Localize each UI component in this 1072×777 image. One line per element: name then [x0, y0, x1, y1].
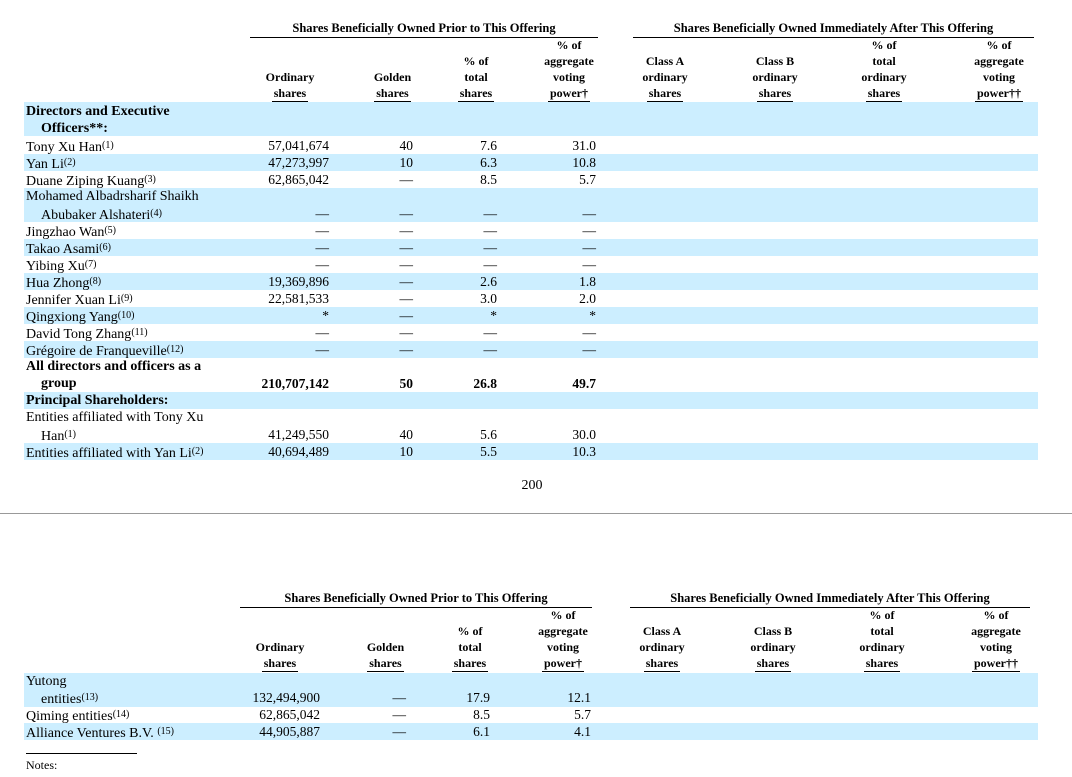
notes-rule: [26, 753, 137, 754]
col-pct-voting-power: % of aggregate voting power†: [538, 608, 588, 672]
table-row: Duane Ziping Kuang(3) 62,865,042 — 8.5 5…: [26, 172, 596, 189]
col-ordinary-shares: Ordinary shares: [255, 640, 305, 672]
section-directors-label-cont: Officers**:: [41, 121, 108, 136]
table-row: Jingzhao Wan(5) — — — —: [26, 223, 596, 240]
page-divider: [0, 513, 1072, 514]
table-row: Tony Xu Han(1) 57,041,674 40 7.6 31.0: [26, 138, 596, 155]
col-golden-shares: Golden shares: [366, 640, 405, 672]
table-row: Yutong entities(13) 132,494,900 — 17.9 1…: [0, 673, 1072, 707]
header-after-offering-2: Shares Beneficially Owned Immediately Af…: [630, 591, 1030, 608]
section-directors-row: Directors and Executive Officers**:: [0, 102, 1072, 136]
table-row: Qingxiong Yang(10) * — * *: [0, 307, 1072, 325]
table-row: David Tong Zhang(11) — — — —: [26, 325, 596, 342]
section-principal-row: Principal Shareholders:: [0, 392, 1072, 409]
table-row: Yibing Xu(7) — — — —: [26, 257, 596, 274]
col-after-pct-total: % of total ordinary shares: [861, 38, 907, 102]
table-row: Grégoire de Franqueville(12) — — — —: [0, 341, 1072, 359]
col-pct-voting-power: % of aggregate voting power†: [544, 38, 594, 102]
table-row-total: All directors and officers as a group 21…: [26, 359, 596, 391]
col-after-pct-voting: % of aggregate voting power††: [971, 608, 1021, 672]
table-row: Hua Zhong(8) 19,369,896 — 2.6 1.8: [0, 273, 1072, 291]
header-after-offering: Shares Beneficially Owned Immediately Af…: [633, 21, 1034, 38]
table-row: Qiming entities(14) 62,865,042 — 8.5 5.7: [26, 707, 591, 724]
table-row: Mohamed Albadrsharif Shaikh Abubaker Als…: [0, 188, 1072, 223]
table-row: Alliance Ventures B.V. (15) 44,905,887 —…: [0, 723, 1072, 741]
col-pct-total-shares: % of total shares: [457, 54, 495, 102]
col-pct-total-shares: % of total shares: [451, 624, 489, 672]
cell-pct: 7.6: [480, 138, 497, 153]
cell-golden: 40: [399, 138, 414, 153]
col-class-a-shares: Class A ordinary shares: [642, 54, 688, 102]
table-row: Yan Li(2) 47,273,997 10 6.3 10.8: [0, 154, 1072, 172]
notes-label: Notes:: [26, 758, 58, 772]
section-directors-label: Directors and Executive: [26, 104, 170, 119]
header-prior-offering-2: Shares Beneficially Owned Prior to This …: [240, 591, 592, 608]
cell-ordinary: 57,041,674: [268, 138, 329, 153]
table-row: Takao Asami(6) — — — —: [0, 239, 1072, 257]
cell-vote: 31.0: [572, 138, 596, 153]
table-row: Jennifer Xuan Li(9) 22,581,533 — 3.0 2.0: [26, 291, 596, 308]
header-prior-offering: Shares Beneficially Owned Prior to This …: [250, 21, 598, 38]
col-after-pct-voting: % of aggregate voting power††: [974, 38, 1024, 102]
col-class-b-shares: Class B ordinary shares: [752, 54, 798, 102]
col-golden-shares: Golden shares: [373, 70, 412, 102]
table-row: Entities affiliated with Tony Xu Han(1) …: [26, 410, 596, 444]
col-ordinary-shares: Ordinary shares: [265, 70, 315, 102]
col-class-a-shares: Class A ordinary shares: [639, 624, 685, 672]
col-class-b-shares: Class B ordinary shares: [750, 624, 796, 672]
section-principal-label: Principal Shareholders:: [26, 393, 169, 408]
table-row: Entities affiliated with Yan Li(2) 40,69…: [0, 443, 1072, 461]
col-after-pct-total: % of total ordinary shares: [859, 608, 905, 672]
page-number: 200: [521, 478, 543, 493]
